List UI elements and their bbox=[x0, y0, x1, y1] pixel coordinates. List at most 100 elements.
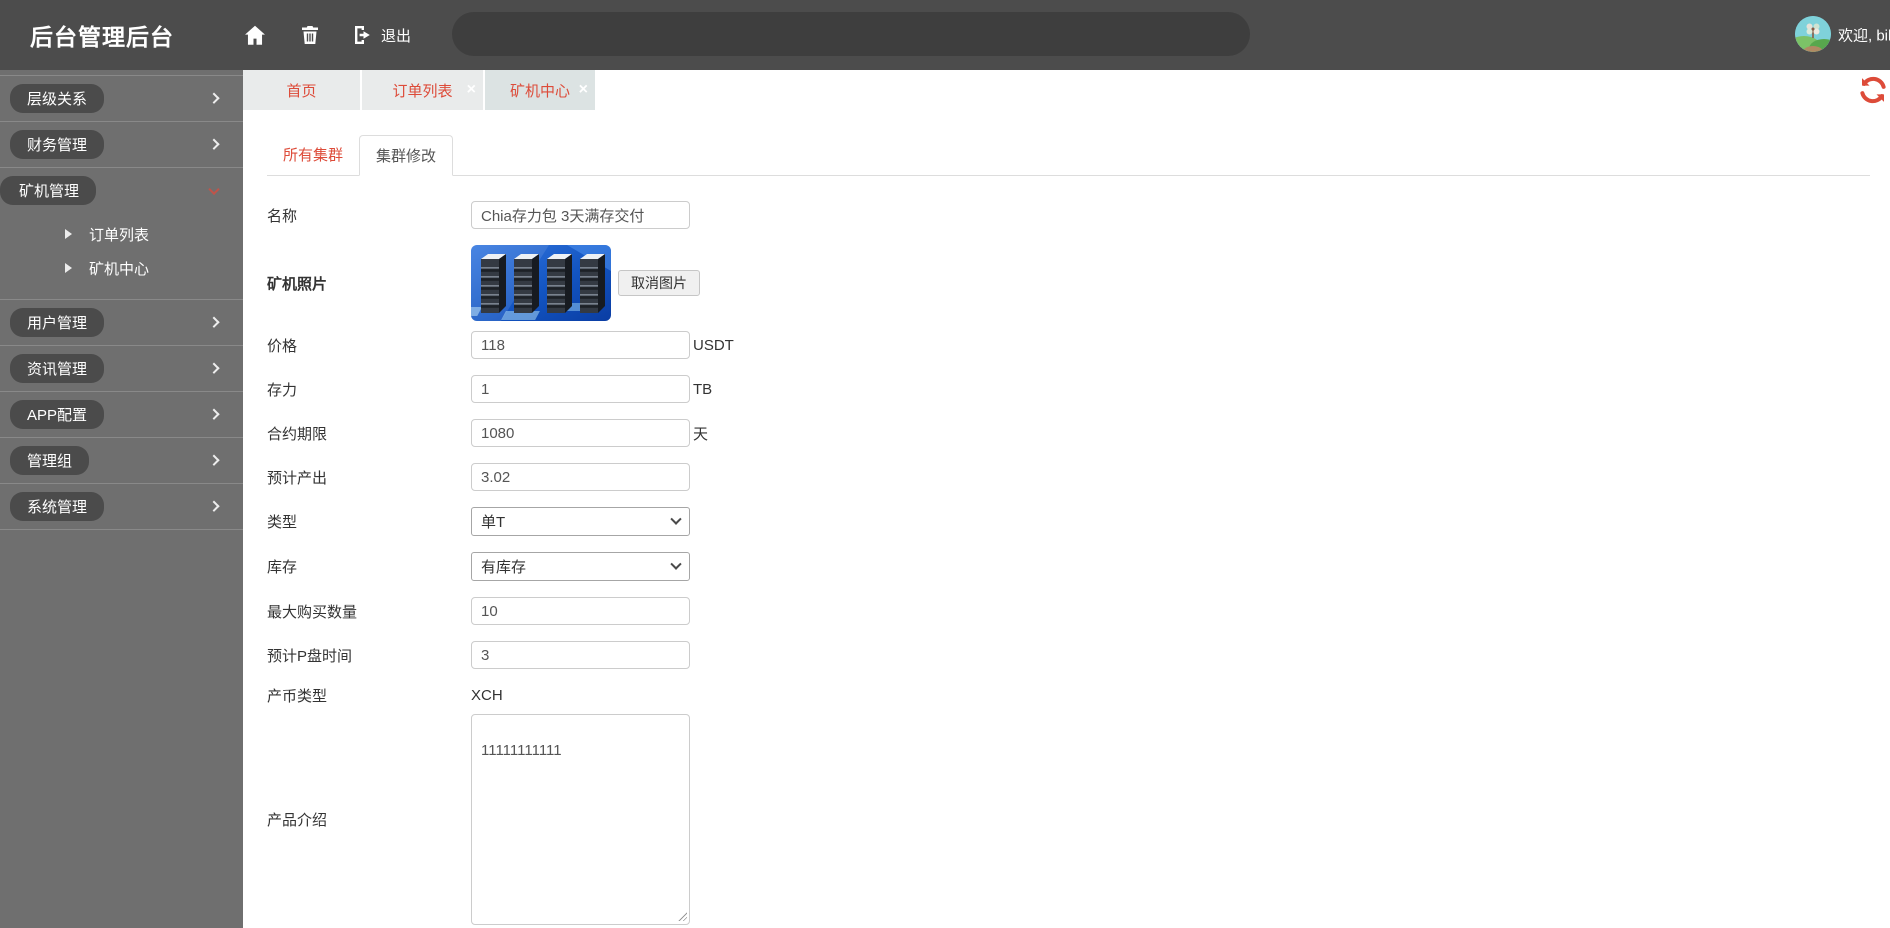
contract-term-input[interactable] bbox=[471, 419, 690, 447]
chevron-right-icon bbox=[208, 408, 219, 419]
tab-all-clusters[interactable]: 所有集群 bbox=[267, 135, 359, 175]
max-purchase-label: 最大购买数量 bbox=[267, 601, 471, 622]
intro-textarea-wrap: 11111111111 bbox=[471, 714, 690, 925]
form-row-price: 价格 USDT bbox=[267, 331, 1870, 359]
type-select[interactable]: 单T bbox=[471, 507, 690, 536]
welcome-text: 欢迎, bihu bbox=[1838, 25, 1890, 46]
stock-select-value: 有库存 bbox=[481, 556, 526, 577]
max-purchase-input[interactable] bbox=[471, 597, 690, 625]
coin-type-value: XCH bbox=[471, 687, 503, 704]
sidebar-subitem-order-list[interactable]: 订单列表 bbox=[0, 217, 243, 251]
miner-photo-thumbnail bbox=[471, 245, 611, 321]
form-row-type: 类型 单T bbox=[267, 507, 1870, 536]
sidebar-subitem-miner-center[interactable]: 矿机中心 bbox=[0, 251, 243, 285]
chevron-down-icon bbox=[670, 558, 681, 569]
chevron-down-icon bbox=[208, 183, 219, 194]
app-title: 后台管理后台 bbox=[30, 18, 174, 52]
sidebar-item-miner-management: 矿机管理 订单列表 矿机中心 bbox=[0, 168, 243, 300]
triangle-right-icon bbox=[65, 263, 72, 273]
form-row-max-purchase: 最大购买数量 bbox=[267, 597, 1870, 625]
avatar[interactable] bbox=[1795, 16, 1831, 52]
close-icon[interactable]: × bbox=[467, 82, 476, 98]
form-row-contract-term: 合约期限 天 bbox=[267, 419, 1870, 447]
form-row-intro: 产品介绍 11111111111 bbox=[267, 714, 1870, 925]
form-row-capacity: 存力 TB bbox=[267, 375, 1870, 403]
sidebar-item-app-config[interactable]: APP配置 bbox=[0, 392, 243, 438]
intro-label: 产品介绍 bbox=[267, 809, 471, 830]
home-icon[interactable] bbox=[242, 22, 268, 48]
sidebar-item-finance[interactable]: 财务管理 bbox=[0, 122, 243, 168]
tab-cluster-edit[interactable]: 集群修改 bbox=[359, 135, 453, 176]
search-input[interactable] bbox=[452, 12, 1250, 56]
chevron-right-icon bbox=[208, 454, 219, 465]
type-select-value: 单T bbox=[481, 511, 505, 532]
intro-textarea[interactable]: 11111111111 bbox=[471, 714, 690, 925]
admin-app: 后台管理后台 退出 bbox=[0, 0, 1890, 928]
photo-label: 矿机照片 bbox=[267, 273, 471, 294]
contract-term-label: 合约期限 bbox=[267, 423, 471, 444]
sidebar-item-label: APP配置 bbox=[10, 400, 104, 429]
cluster-edit-form: 名称 矿机照片 bbox=[267, 201, 1870, 925]
sidebar-item-news[interactable]: 资讯管理 bbox=[0, 346, 243, 392]
capacity-label: 存力 bbox=[267, 379, 471, 400]
main-content: 所有集群 集群修改 名称 矿机照片 bbox=[243, 110, 1890, 928]
contract-term-unit: 天 bbox=[693, 423, 708, 444]
sidebar-item-label: 层级关系 bbox=[10, 84, 104, 113]
sidebar-subitem-label: 矿机中心 bbox=[89, 258, 149, 279]
triangle-right-icon bbox=[65, 229, 72, 239]
name-input[interactable] bbox=[471, 201, 690, 229]
chevron-down-icon bbox=[670, 513, 681, 524]
chevron-right-icon bbox=[208, 362, 219, 373]
page-tab-label: 订单列表 bbox=[392, 80, 452, 101]
trash-icon[interactable] bbox=[298, 23, 322, 47]
coin-type-label: 产币类型 bbox=[267, 685, 471, 706]
page-tab-strip: 首页 订单列表 × 矿机中心 × bbox=[243, 70, 1890, 110]
form-row-name: 名称 bbox=[267, 201, 1870, 229]
chevron-right-icon bbox=[208, 92, 219, 103]
price-unit: USDT bbox=[693, 337, 734, 354]
form-row-stock: 库存 有库存 bbox=[267, 552, 1870, 581]
chevron-right-icon bbox=[208, 500, 219, 511]
form-row-coin-type: 产币类型 XCH bbox=[267, 685, 1870, 706]
page-tab-home[interactable]: 首页 bbox=[243, 70, 360, 110]
sidebar-item-admin-group[interactable]: 管理组 bbox=[0, 438, 243, 484]
close-icon[interactable]: × bbox=[579, 82, 588, 98]
sidebar: 层级关系 财务管理 矿机管理 订单列表 bbox=[0, 70, 243, 928]
plot-time-input[interactable] bbox=[471, 641, 690, 669]
capacity-input[interactable] bbox=[471, 375, 690, 403]
cancel-image-button[interactable]: 取消图片 bbox=[618, 270, 700, 296]
type-label: 类型 bbox=[267, 511, 471, 532]
sidebar-item-label: 系统管理 bbox=[10, 492, 104, 521]
sidebar-submenu: 订单列表 矿机中心 bbox=[0, 213, 243, 299]
form-row-plot-time: 预计P盘时间 bbox=[267, 641, 1870, 669]
expected-output-label: 预计产出 bbox=[267, 467, 471, 488]
logout-button[interactable]: 退出 bbox=[350, 23, 411, 47]
expected-output-input[interactable] bbox=[471, 463, 690, 491]
name-label: 名称 bbox=[267, 205, 471, 226]
sidebar-item-system[interactable]: 系统管理 bbox=[0, 484, 243, 530]
form-row-expected-output: 预计产出 bbox=[267, 463, 1870, 491]
page-tab-label: 矿机中心 bbox=[510, 80, 570, 101]
top-header-bar: 后台管理后台 退出 bbox=[0, 0, 1890, 70]
sidebar-item-miner-management-row[interactable]: 矿机管理 bbox=[0, 168, 243, 213]
refresh-icon[interactable] bbox=[1858, 75, 1888, 105]
sidebar-menu: 层级关系 财务管理 矿机管理 订单列表 bbox=[0, 75, 243, 530]
sidebar-item-hierarchy[interactable]: 层级关系 bbox=[0, 76, 243, 122]
capacity-unit: TB bbox=[693, 381, 712, 398]
cluster-tabs: 所有集群 集群修改 bbox=[267, 135, 1870, 176]
sidebar-item-label: 用户管理 bbox=[10, 308, 104, 337]
form-row-photo: 矿机照片 bbox=[267, 245, 1870, 321]
page-tab-miner-center[interactable]: 矿机中心 × bbox=[485, 70, 595, 110]
sidebar-subitem-label: 订单列表 bbox=[89, 224, 149, 245]
sidebar-item-label: 财务管理 bbox=[10, 130, 104, 159]
price-input[interactable] bbox=[471, 331, 690, 359]
stock-select[interactable]: 有库存 bbox=[471, 552, 690, 581]
plot-time-label: 预计P盘时间 bbox=[267, 645, 471, 666]
sidebar-item-users[interactable]: 用户管理 bbox=[0, 300, 243, 346]
price-label: 价格 bbox=[267, 335, 471, 356]
sidebar-item-label: 资讯管理 bbox=[10, 354, 104, 383]
logout-label: 退出 bbox=[381, 25, 411, 46]
chevron-right-icon bbox=[208, 138, 219, 149]
sidebar-item-label: 管理组 bbox=[10, 446, 89, 475]
page-tab-order-list[interactable]: 订单列表 × bbox=[362, 70, 483, 110]
